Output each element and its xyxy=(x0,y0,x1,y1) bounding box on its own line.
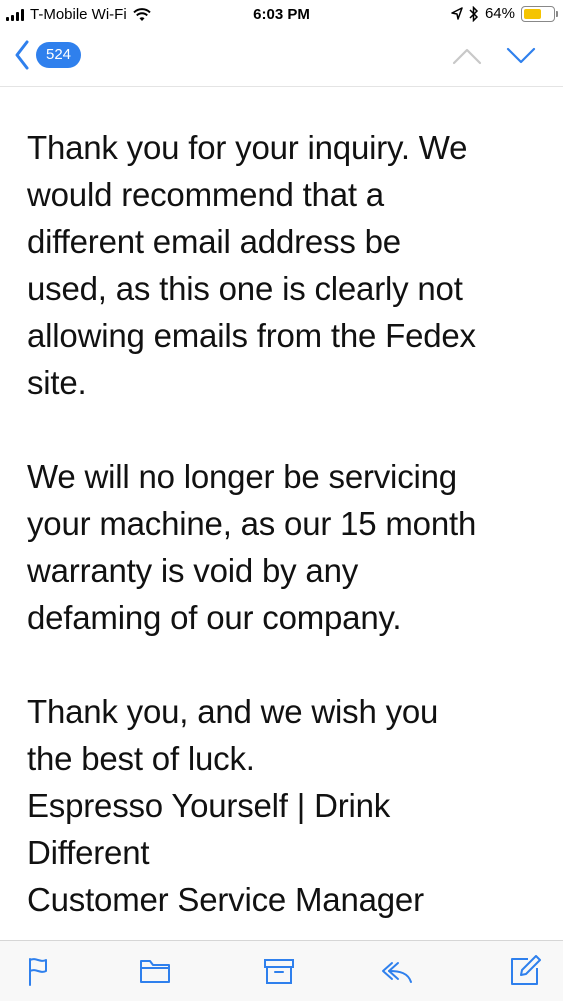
message-line: defaming of our company. xyxy=(27,599,402,636)
message-line: different email address be xyxy=(27,223,401,260)
battery-percent: 64% xyxy=(484,5,515,22)
chevron-left-icon xyxy=(15,40,29,70)
next-message-button[interactable] xyxy=(506,46,536,66)
signature-line: Espresso Yourself | Drink xyxy=(27,787,391,824)
archive-icon xyxy=(264,959,294,984)
back-to-inbox-button[interactable]: 524 xyxy=(14,40,82,70)
compose-icon xyxy=(511,955,541,985)
message-body: Thank you for your inquiry. We would rec… xyxy=(27,124,547,923)
message-paragraph-2: We will no longer be servicing your mach… xyxy=(27,453,547,641)
message-nav-bar: 524 xyxy=(0,30,563,87)
message-line: your machine, as our 15 month xyxy=(27,505,477,542)
message-paragraph-3: Thank you, and we wish you the best of l… xyxy=(27,688,547,923)
message-line: would recommend that a xyxy=(27,176,384,213)
bluetooth-icon xyxy=(469,5,479,22)
compose-button[interactable] xyxy=(508,955,542,987)
message-line: allowing emails from the Fedex xyxy=(27,317,476,354)
previous-message-button[interactable] xyxy=(452,46,482,66)
message-line: used, as this one is clearly not xyxy=(27,270,463,307)
status-bar: T-Mobile Wi-Fi 6:03 PM 64% xyxy=(0,0,563,30)
flag-icon xyxy=(29,958,47,986)
message-line: Thank you, and we wish you xyxy=(27,693,439,730)
folder-icon xyxy=(140,960,170,983)
flag-button[interactable] xyxy=(24,955,58,987)
move-to-folder-button[interactable] xyxy=(138,955,172,987)
message-line: Thank you for your inquiry. We xyxy=(27,129,468,166)
message-line: site. xyxy=(27,364,87,401)
battery-level xyxy=(524,8,541,19)
message-line: We will no longer be servicing xyxy=(27,458,457,495)
reply-button[interactable] xyxy=(380,955,414,987)
status-right: 64% xyxy=(451,5,558,22)
message-line: warranty is void by any xyxy=(27,552,359,589)
message-paragraph-1: Thank you for your inquiry. We would rec… xyxy=(27,124,547,406)
location-arrow-icon xyxy=(451,6,463,20)
signature-line: Customer Service Manager xyxy=(27,881,424,918)
archive-button[interactable] xyxy=(262,955,296,987)
battery-icon xyxy=(521,5,558,22)
message-line: the best of luck. xyxy=(27,740,255,777)
reply-icon xyxy=(382,962,412,983)
bottom-toolbar xyxy=(0,940,563,1001)
unread-count-badge: 524 xyxy=(36,42,82,68)
signature-line: Different xyxy=(27,834,150,871)
